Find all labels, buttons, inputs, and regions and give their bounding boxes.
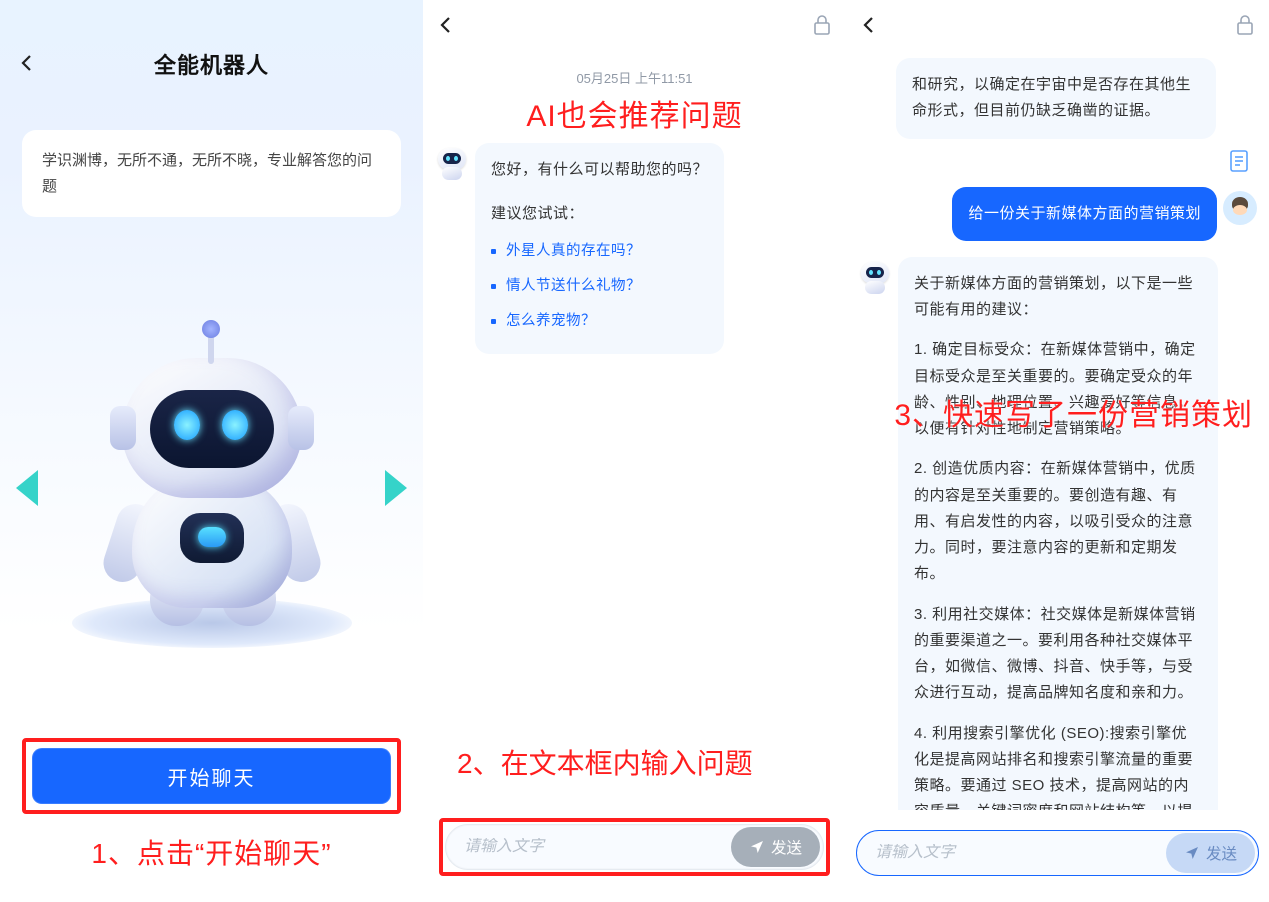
message-input[interactable] <box>875 844 1166 862</box>
chat-header <box>846 0 1269 50</box>
back-button[interactable] <box>437 16 455 34</box>
suggestion-item[interactable]: 怎么养宠物？ <box>491 304 708 339</box>
ai-message-row: 关于新媒体方面的营销策划，以下是一些可能有用的建议： 1. 确定目标受众：在新媒… <box>856 257 1259 810</box>
lock-icon[interactable] <box>1235 14 1255 36</box>
send-button[interactable]: 发送 <box>731 827 820 867</box>
document-icon[interactable] <box>1229 149 1249 173</box>
suggestion-heading: 建议您试试： <box>491 201 708 227</box>
step-3-caption: 3、快速写了一份营销策划 <box>894 390 1253 434</box>
user-bubble: 给一份关于新媒体方面的营销策划 <box>952 187 1217 241</box>
robot-illustration-area <box>0 237 423 738</box>
message-input-wrap: 发送 <box>445 824 824 870</box>
message-input-wrap: 发送 <box>856 830 1259 876</box>
message-input[interactable] <box>464 838 731 856</box>
suggestion-item[interactable]: 情人节送什么礼物？ <box>491 269 708 304</box>
chat-screen-suggestions: 05月25日 上午11:51 AI也会推荐问题 您好，有什么可以帮助您的吗？ 建… <box>423 0 846 902</box>
chevron-left-icon <box>18 54 36 72</box>
user-avatar <box>1223 191 1257 225</box>
chat-screen-answer: 3、快速写了一份营销策划 和研究，以确定在宇宙中是否存在其他生命形式，但目前仍缺… <box>846 0 1269 902</box>
ai-answer-point: 2. 创造优质内容：在新媒体营销中，优质的内容是至关重要的。要创造有趣、有用、有… <box>914 456 1202 587</box>
send-icon <box>749 839 765 855</box>
send-icon <box>1184 845 1200 861</box>
chat-body: 您好，有什么可以帮助您的吗？ 建议您试试： 外星人真的存在吗？ 情人节送什么礼物… <box>423 135 846 742</box>
step-2-caption: 2、在文本框内输入问题 <box>423 742 846 798</box>
input-highlight: 发送 <box>439 818 830 876</box>
user-message-row: 给一份关于新媒体方面的营销策划 <box>856 187 1259 241</box>
robot-illustration <box>62 328 362 648</box>
intro-header: 全能机器人 <box>0 0 423 100</box>
intro-screen: 全能机器人 学识渊博，无所不通，无所不晓，专业解答您的问题 开始聊天 1、点击“ <box>0 0 423 902</box>
ai-answer-point: 3. 利用社交媒体：社交媒体是新媒体营销的重要渠道之一。要利用各种社交媒体平台，… <box>914 602 1202 707</box>
suggestion-item[interactable]: 外星人真的存在吗？ <box>491 234 708 269</box>
ai-bubble-answer: 关于新媒体方面的营销策划，以下是一些可能有用的建议： 1. 确定目标受众：在新媒… <box>898 257 1218 810</box>
lock-icon[interactable] <box>812 14 832 36</box>
input-area: 发送 <box>846 810 1269 902</box>
ai-bubble-partial: 和研究，以确定在宇宙中是否存在其他生命形式，但目前仍缺乏确凿的证据。 <box>896 58 1216 139</box>
start-chat-button[interactable]: 开始聊天 <box>32 748 391 804</box>
description-card: 学识渊博，无所不通，无所不晓，专业解答您的问题 <box>22 130 401 217</box>
prev-robot-button[interactable] <box>16 470 38 506</box>
send-button[interactable]: 发送 <box>1166 833 1255 873</box>
ai-message-row: 您好，有什么可以帮助您的吗？ 建议您试试： 外星人真的存在吗？ 情人节送什么礼物… <box>433 143 836 354</box>
suggestion-list: 外星人真的存在吗？ 情人节送什么礼物？ 怎么养宠物？ <box>491 234 708 340</box>
ai-message-row: 和研究，以确定在宇宙中是否存在其他生命形式，但目前仍缺乏确凿的证据。 <box>856 58 1259 139</box>
ai-greeting: 您好，有什么可以帮助您的吗？ <box>491 157 708 183</box>
back-button[interactable] <box>18 54 36 72</box>
ai-bubble: 您好，有什么可以帮助您的吗？ 建议您试试： 外星人真的存在吗？ 情人节送什么礼物… <box>475 143 724 354</box>
annotation-overlay: AI也会推荐问题 <box>423 91 846 135</box>
ai-answer-intro: 关于新媒体方面的营销策划，以下是一些可能有用的建议： <box>914 271 1202 324</box>
send-label: 发送 <box>771 836 802 858</box>
ai-avatar <box>435 147 469 181</box>
ai-avatar <box>858 261 892 295</box>
input-area: 发送 <box>423 798 846 902</box>
start-button-highlight: 开始聊天 <box>22 738 401 814</box>
send-label: 发送 <box>1206 842 1237 864</box>
page-title: 全能机器人 <box>154 48 269 80</box>
step-1-caption: 1、点击“开始聊天” <box>0 832 423 872</box>
back-button[interactable] <box>860 16 878 34</box>
next-robot-button[interactable] <box>385 470 407 506</box>
ai-answer-point: 4. 利用搜索引擎优化 (SEO):搜索引擎优化是提高网站排名和搜索引擎流量的重… <box>914 721 1202 811</box>
chevron-left-icon <box>860 16 878 34</box>
chat-header <box>423 0 846 50</box>
chat-timestamp: 05月25日 上午11:51 <box>423 68 846 87</box>
chevron-left-icon <box>437 16 455 34</box>
